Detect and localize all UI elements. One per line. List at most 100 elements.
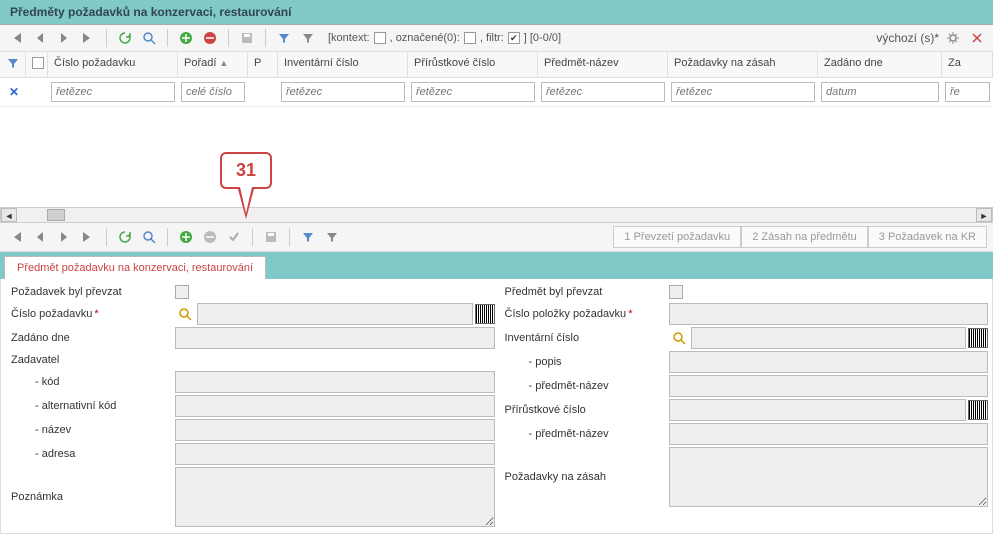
barcode-cislo-icon[interactable]	[475, 304, 495, 324]
field-altkod[interactable]	[175, 395, 495, 417]
filter-inv[interactable]	[281, 82, 405, 102]
filter-zadano[interactable]	[821, 82, 939, 102]
grid-body: 31	[0, 107, 993, 207]
filter-za[interactable]	[945, 82, 990, 102]
label-zadano: Zadáno dne	[5, 329, 175, 347]
toolbar-top: [kontext: , označené(0): , filtr: ] [0-0…	[0, 25, 993, 52]
h-scrollbar[interactable]: ◄ ►	[0, 207, 993, 223]
filter-icon[interactable]	[298, 227, 318, 247]
form-right: Předmět byl převzat Číslo položky požada…	[499, 283, 989, 529]
prev-icon[interactable]	[30, 28, 50, 48]
filter-cislo[interactable]	[51, 82, 175, 102]
next-icon[interactable]	[54, 227, 74, 247]
label-r-popis: - popis	[499, 353, 669, 371]
check-prevzat	[175, 285, 189, 299]
save-icon[interactable]	[261, 227, 281, 247]
field-r-prir[interactable]	[669, 399, 967, 421]
clear-filters-icon[interactable]: ✕	[3, 85, 25, 99]
field-zadano[interactable]	[175, 327, 495, 349]
col-cislo[interactable]: Číslo požadavku	[48, 52, 178, 77]
col-pozadavky[interactable]: Požadavky na zásah	[668, 52, 818, 77]
col-inv[interactable]: Inventární číslo	[278, 52, 408, 77]
field-r-polozka[interactable]	[669, 303, 989, 325]
select-all-checkbox[interactable]	[26, 52, 48, 77]
lookup-inv-icon[interactable]	[669, 328, 689, 348]
prev-icon[interactable]	[30, 227, 50, 247]
filter-checkbox[interactable]	[508, 32, 520, 44]
filter-prir[interactable]	[411, 82, 535, 102]
separator	[228, 29, 229, 47]
col-za[interactable]: Za	[942, 52, 993, 77]
remove-icon[interactable]	[200, 28, 220, 48]
barcode-inv-icon[interactable]	[968, 328, 988, 348]
separator	[167, 29, 168, 47]
action-prevzeti[interactable]: 1 Převzetí požadavku	[613, 226, 741, 248]
col-prir[interactable]: Přírůstkové číslo	[408, 52, 538, 77]
add-icon[interactable]	[176, 28, 196, 48]
search-icon[interactable]	[139, 28, 159, 48]
marked-checkbox[interactable]	[464, 32, 476, 44]
field-r-popis[interactable]	[669, 351, 989, 373]
col-predmet[interactable]: Předmět-název	[538, 52, 668, 77]
scroll-right-icon[interactable]: ►	[976, 208, 992, 222]
scroll-thumb[interactable]	[47, 209, 65, 221]
grid-header: Číslo požadavku Pořadí▲ P Inventární čís…	[0, 52, 993, 78]
field-kod[interactable]	[175, 371, 495, 393]
label-r-polozka: Číslo položky požadavku*	[499, 305, 669, 323]
preset-label[interactable]: výchozí (s)*	[876, 31, 939, 45]
separator	[167, 228, 168, 246]
field-poznamka[interactable]	[175, 467, 495, 527]
field-r-prednaz[interactable]	[669, 375, 989, 397]
barcode-prir-icon[interactable]	[968, 400, 988, 420]
action-zasah[interactable]: 2 Zásah na předmětu	[741, 226, 868, 248]
last-icon[interactable]	[78, 227, 98, 247]
confirm-icon[interactable]	[224, 227, 244, 247]
col-p[interactable]: P	[248, 52, 278, 77]
close-icon[interactable]	[967, 28, 987, 48]
separator	[252, 228, 253, 246]
last-icon[interactable]	[78, 28, 98, 48]
col-zadano[interactable]: Zadáno dne	[818, 52, 942, 77]
toolbar-detail: 1 Převzetí požadavku 2 Zásah na předmětu…	[0, 223, 993, 252]
label-r-prir: Přírůstkové číslo	[499, 401, 669, 419]
action-pozadavek-kr[interactable]: 3 Požadavek na KR	[868, 226, 987, 248]
filter-row: ✕	[0, 78, 993, 107]
label-altkod: - alternativní kód	[5, 397, 175, 415]
first-icon[interactable]	[6, 28, 26, 48]
lookup-cislo-icon[interactable]	[175, 304, 195, 324]
add-icon[interactable]	[176, 227, 196, 247]
label-r-prevzat: Předmět byl převzat	[499, 283, 669, 301]
field-cislo[interactable]	[197, 303, 473, 325]
field-r-inv[interactable]	[691, 327, 967, 349]
scroll-left-icon[interactable]: ◄	[1, 208, 17, 222]
filter-col-icon[interactable]	[0, 52, 26, 77]
separator	[106, 29, 107, 47]
search-icon[interactable]	[139, 227, 159, 247]
filter-predmet[interactable]	[541, 82, 665, 102]
gear-icon[interactable]	[943, 28, 963, 48]
separator	[289, 228, 290, 246]
filter-pozadavky[interactable]	[671, 82, 815, 102]
next-icon[interactable]	[54, 28, 74, 48]
filter-icon[interactable]	[274, 28, 294, 48]
field-nazev[interactable]	[175, 419, 495, 441]
refresh-icon[interactable]	[115, 227, 135, 247]
page-title: Předměty požadavků na konzervaci, restau…	[0, 0, 993, 25]
label-nazev: - název	[5, 421, 175, 439]
filter-poradi[interactable]	[181, 82, 245, 102]
label-r-prednaz2: - předmět-název	[499, 425, 669, 443]
first-icon[interactable]	[6, 227, 26, 247]
field-r-pozzas[interactable]	[669, 447, 989, 507]
callout-number: 31	[220, 152, 272, 189]
refresh-icon[interactable]	[115, 28, 135, 48]
field-adresa[interactable]	[175, 443, 495, 465]
tab-predmet[interactable]: Předmět požadavku na konzervaci, restaur…	[4, 256, 266, 279]
filter2-icon[interactable]	[298, 28, 318, 48]
label-zadavatel: Zadavatel	[5, 351, 175, 369]
remove-icon[interactable]	[200, 227, 220, 247]
col-poradi[interactable]: Pořadí▲	[178, 52, 248, 77]
filter2-icon[interactable]	[322, 227, 342, 247]
field-r-prednaz2[interactable]	[669, 423, 989, 445]
context-checkbox[interactable]	[374, 32, 386, 44]
save-icon[interactable]	[237, 28, 257, 48]
